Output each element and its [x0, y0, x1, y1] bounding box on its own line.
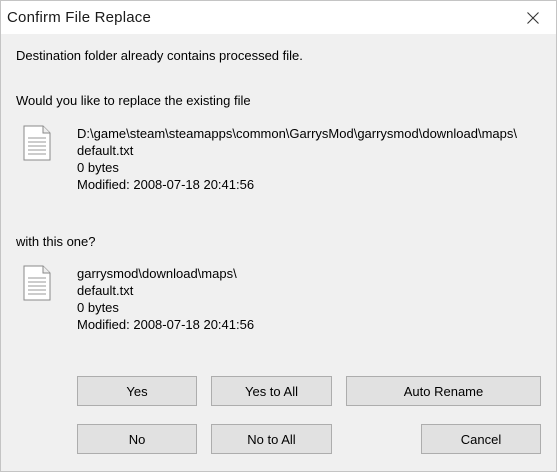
- replace-question: Would you like to replace the existing f…: [16, 93, 251, 108]
- title-bar: Confirm File Replace: [1, 1, 556, 34]
- header-message: Destination folder already contains proc…: [16, 48, 303, 63]
- existing-file-name: default.txt: [77, 143, 134, 158]
- auto-rename-button[interactable]: Auto Rename: [346, 376, 541, 406]
- close-button[interactable]: [510, 1, 556, 34]
- existing-file-modified: Modified: 2008-07-18 20:41:56: [77, 177, 255, 192]
- new-file-path: garrysmod\download\maps\: [77, 266, 237, 281]
- new-file-modified: Modified: 2008-07-18 20:41:56: [77, 317, 255, 332]
- yes-to-all-button[interactable]: Yes to All: [211, 376, 332, 406]
- no-to-all-button[interactable]: No to All: [211, 424, 332, 454]
- existing-file-size: 0 bytes: [77, 160, 119, 175]
- yes-button[interactable]: Yes: [77, 376, 197, 406]
- document-icon: [23, 125, 51, 161]
- existing-file-path: D:\game\steam\steamapps\common\GarrysMod…: [77, 126, 518, 141]
- confirm-file-replace-dialog: Confirm File Replace Destination folder …: [0, 0, 557, 472]
- with-this-one-label: with this one?: [16, 234, 96, 249]
- new-file-details: garrysmod\download\maps\ default.txt 0 b…: [77, 265, 254, 333]
- no-button[interactable]: No: [77, 424, 197, 454]
- window-title: Confirm File Replace: [7, 9, 152, 26]
- cancel-button[interactable]: Cancel: [421, 424, 541, 454]
- existing-file-details: D:\game\steam\steamapps\common\GarrysMod…: [77, 125, 517, 193]
- new-file-name: default.txt: [77, 283, 134, 298]
- close-icon: [527, 11, 539, 24]
- new-file-size: 0 bytes: [77, 300, 119, 315]
- document-icon: [23, 265, 51, 301]
